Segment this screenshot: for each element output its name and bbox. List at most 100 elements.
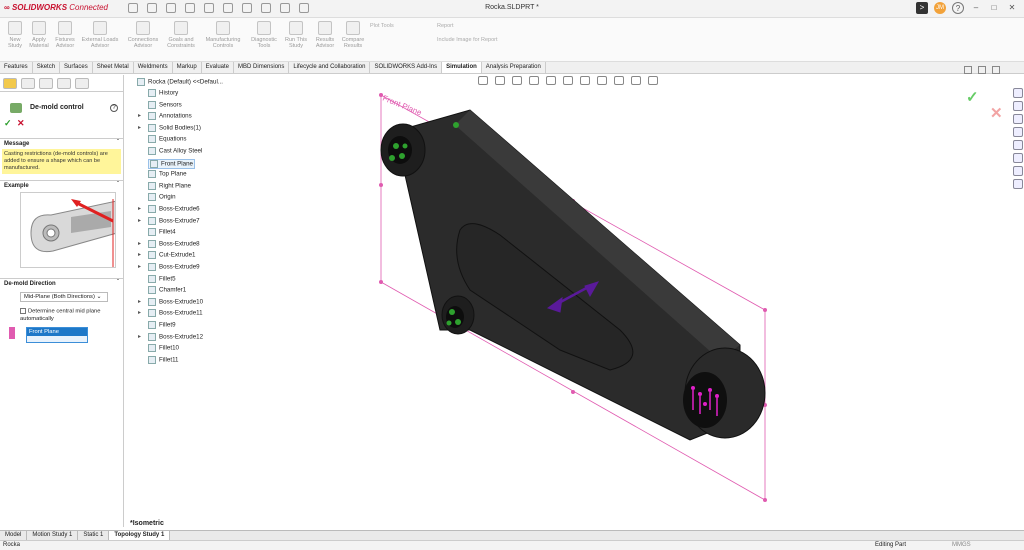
tab-addins[interactable]: SOLIDWORKS Add-Ins	[370, 62, 443, 73]
design-library-icon[interactable]	[1013, 101, 1023, 111]
edit-appearance-icon[interactable]	[597, 76, 607, 85]
tree-item-fillet9[interactable]: Fillet9	[148, 321, 176, 329]
restore-view-icon[interactable]	[964, 66, 972, 74]
tab-lifecycle[interactable]: Lifecycle and Collaboration	[289, 62, 371, 73]
view-palette-icon[interactable]	[1013, 127, 1023, 137]
expand-arrow-icon[interactable]: ▸	[138, 112, 141, 119]
tab-model[interactable]: Model	[0, 531, 28, 540]
diagnostic-tools-button[interactable]: Diagnostic Tools	[250, 20, 278, 49]
tab-weldments[interactable]: Weldments	[134, 62, 173, 73]
tree-item-boss-extrude8[interactable]: ▸ Boss-Extrude8	[138, 239, 200, 248]
property-manager-icon[interactable]	[21, 78, 35, 89]
apply-scene-icon[interactable]	[614, 76, 624, 85]
collapse-icon[interactable]: ˆ	[117, 182, 119, 188]
tree-item-boss-extrude9[interactable]: ▸ Boss-Extrude9	[138, 263, 200, 271]
tree-item-solid-bodies-1[interactable]: ▸ Solid Bodies(1)	[138, 123, 201, 132]
expand-arrow-icon[interactable]: ▸	[138, 251, 141, 258]
tab-static-1[interactable]: Static 1	[78, 531, 110, 540]
confirm-cancel-icon[interactable]: ✕	[990, 104, 1003, 122]
direction-section-header[interactable]: De-mold Direction ˆ	[0, 278, 123, 289]
tree-item-chamfer1[interactable]: Chamfer1	[148, 286, 186, 295]
tab-analysis-preparation[interactable]: Analysis Preparation	[482, 62, 546, 73]
connections-advisor-button[interactable]: Connections Advisor	[125, 20, 161, 49]
view-orientation-icon[interactable]	[546, 76, 556, 85]
tree-item-boss-extrude11[interactable]: ▸ Boss-Extrude11	[138, 309, 203, 318]
tab-sketch[interactable]: Sketch	[33, 62, 61, 73]
expand-arrow-icon[interactable]: ▸	[138, 333, 141, 340]
collapse-icon[interactable]: ˆ	[117, 280, 119, 286]
checkbox-box[interactable]	[20, 308, 26, 314]
avatar[interactable]: JM	[934, 2, 946, 14]
tree-item-fillet5[interactable]: Fillet5	[148, 274, 176, 283]
tab-simulation[interactable]: Simulation	[442, 62, 482, 73]
tree-item-fillet11[interactable]: Fillet11	[148, 355, 179, 364]
expand-arrow-icon[interactable]: ▸	[138, 240, 141, 247]
collapse-icon[interactable]: ˆ	[117, 140, 119, 146]
selected-plane[interactable]: Front Plane	[27, 328, 87, 336]
display-style-icon[interactable]	[563, 76, 573, 85]
tab-features[interactable]: Features	[0, 62, 33, 73]
tree-item-boss-extrude10[interactable]: ▸ Boss-Extrude10	[138, 297, 203, 306]
section-view-icon[interactable]	[529, 76, 539, 85]
fixtures-advisor-button[interactable]: Fixtures Advisor	[52, 20, 78, 49]
expand-arrow-icon[interactable]: ▸	[138, 217, 141, 224]
apply-material-button[interactable]: Apply Material	[26, 20, 52, 49]
previous-view-icon[interactable]	[512, 76, 522, 85]
tab-topology-study-1[interactable]: Topology Study 1	[109, 531, 171, 540]
cancel-button[interactable]: ✕	[17, 118, 25, 129]
expand-arrow-icon[interactable]: ▸	[138, 263, 141, 270]
confirm-check-icon[interactable]: ✓	[966, 88, 979, 106]
tree-item-boss-extrude7[interactable]: ▸ Boss-Extrude7	[138, 216, 200, 225]
tab-sheet-metal[interactable]: Sheet Metal	[93, 62, 134, 73]
help-icon[interactable]: ?	[110, 104, 118, 112]
tile-view-icon[interactable]	[978, 66, 986, 74]
new-study-button[interactable]: New Study	[2, 20, 28, 49]
tree-item-origin[interactable]: Origin	[148, 193, 176, 202]
expand-arrow-icon[interactable]: ▸	[138, 298, 141, 305]
plot-tools-button[interactable]: Plot Tools	[370, 23, 394, 29]
tab-evaluate[interactable]: Evaluate	[202, 62, 235, 73]
maximize-icon[interactable]: □	[988, 2, 1000, 14]
expand-arrow-icon[interactable]: ▸	[138, 124, 141, 131]
tree-item-fillet10[interactable]: Fillet10	[148, 344, 179, 353]
solidworks-resources-icon[interactable]	[1013, 88, 1023, 98]
tab-markup[interactable]: Markup	[173, 62, 202, 73]
tree-item-boss-extrude6[interactable]: ▸ Boss-Extrude6	[138, 205, 200, 213]
tree-item-cut-extrude1[interactable]: ▸ Cut-Extrude1	[138, 251, 195, 260]
tree-item-annotations[interactable]: ▸ Annotations	[138, 112, 192, 121]
tree-item-equations[interactable]: Equations	[148, 135, 187, 144]
include-image-button[interactable]: Include Image for Report	[437, 37, 498, 43]
file-explorer-icon[interactable]	[1013, 114, 1023, 124]
tree-item-fillet4[interactable]: Fillet4	[148, 228, 176, 237]
terminal-icon[interactable]: >	[916, 2, 928, 14]
results-advisor-button[interactable]: Results Advisor	[312, 20, 338, 49]
zoom-area-icon[interactable]	[495, 76, 505, 85]
direction-select[interactable]: Mid-Plane (Both Directions) ⌄	[20, 292, 108, 302]
recycle-icon[interactable]	[1013, 179, 1023, 189]
tree-item-front-plane[interactable]: Front Plane	[148, 158, 195, 169]
tab-motion-study-1[interactable]: Motion Study 1	[27, 531, 79, 540]
tree-item-cast-alloy-steel[interactable]: Cast Alloy Steel	[148, 147, 202, 155]
tree-item-right-plane[interactable]: Right Plane	[148, 181, 191, 190]
dimxpert-icon[interactable]	[57, 78, 71, 89]
feature-manager-icon[interactable]	[3, 78, 17, 89]
display-manager-icon[interactable]	[75, 78, 89, 89]
expand-arrow-icon[interactable]: ▸	[138, 205, 141, 212]
goals-constraints-button[interactable]: Goals and Constraints	[163, 20, 199, 49]
manufacturing-controls-button[interactable]: Manufacturing Controls	[202, 20, 244, 49]
help-icon[interactable]: ?	[952, 2, 964, 14]
expand-arrow-icon[interactable]: ▸	[138, 309, 141, 316]
external-loads-button[interactable]: External Loads Advisor	[80, 20, 120, 49]
central-plane-checkbox[interactable]: Determine central mid plane automaticall…	[20, 308, 116, 323]
report-button[interactable]: Report	[437, 23, 454, 29]
ok-button[interactable]: ✓	[4, 118, 12, 129]
tree-item-boss-extrude12[interactable]: ▸ Boss-Extrude12	[138, 332, 203, 341]
plane-selection-box[interactable]: Front Plane	[26, 327, 88, 343]
message-section-header[interactable]: Message ˆ	[0, 138, 123, 149]
run-study-button[interactable]: Run This Study	[282, 20, 310, 49]
tab-mbd-dimensions[interactable]: MBD Dimensions	[234, 62, 290, 73]
configuration-manager-icon[interactable]	[39, 78, 53, 89]
tree-item-sensors[interactable]: Sensors	[148, 100, 182, 109]
close-icon[interactable]: ✕	[1006, 2, 1018, 14]
custom-properties-icon[interactable]	[1013, 153, 1023, 163]
